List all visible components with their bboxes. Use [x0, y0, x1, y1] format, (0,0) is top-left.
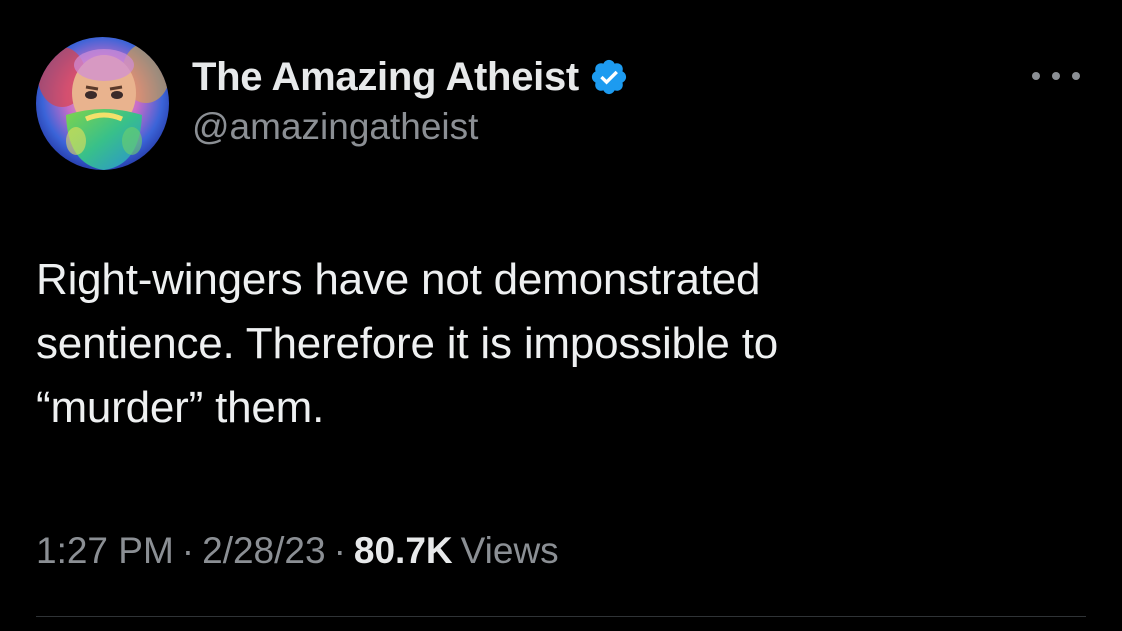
tweet-meta: 1:27 PM · 2/28/23 · 80.7K Views: [36, 530, 559, 572]
meta-separator: ·: [333, 530, 346, 571]
meta-separator: ·: [181, 530, 195, 571]
author-identity: The Amazing Atheist @amazingatheist: [192, 52, 629, 148]
tweet-text: Right-wingers have not demonstrated sent…: [36, 255, 778, 432]
tweet-header: The Amazing Atheist @amazingatheist: [36, 36, 1086, 172]
author-handle[interactable]: @amazingatheist: [192, 106, 629, 148]
views-count[interactable]: 80.7K: [354, 530, 453, 572]
more-dot-icon: [1052, 72, 1060, 80]
avatar[interactable]: [36, 37, 169, 170]
more-dot-icon: [1072, 72, 1080, 80]
verified-badge-icon: [589, 57, 629, 97]
more-dot-icon: [1032, 72, 1040, 80]
tweet-card: The Amazing Atheist @amazingatheist Righ…: [0, 0, 1122, 631]
tweet-time[interactable]: 1:27 PM: [36, 530, 174, 572]
display-name-row: The Amazing Atheist: [192, 52, 629, 102]
more-options-button[interactable]: [1032, 66, 1080, 86]
tweet-date[interactable]: 2/28/23: [202, 530, 325, 572]
views-label: Views: [460, 530, 559, 571]
avatar-image: [36, 37, 169, 170]
author-display-name[interactable]: The Amazing Atheist: [192, 55, 579, 100]
divider: [36, 616, 1086, 617]
